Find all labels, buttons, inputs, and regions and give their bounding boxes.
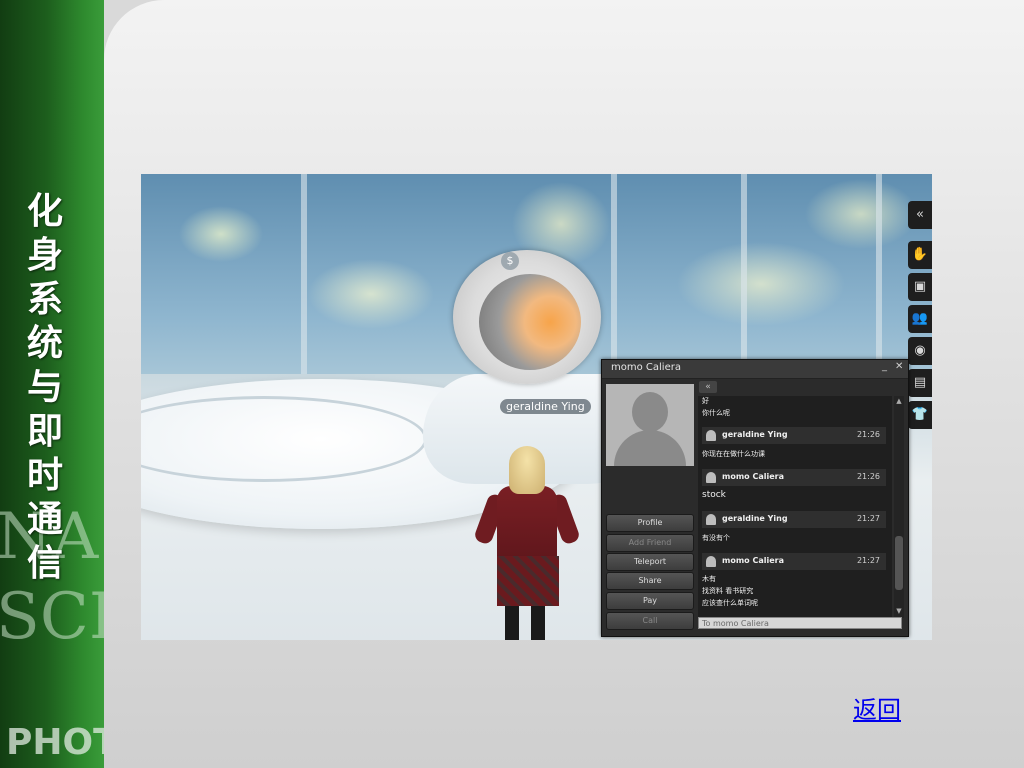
- portal-logo-icon: $: [501, 252, 519, 270]
- silhouette-shoulders: [614, 430, 686, 466]
- minimize-icon[interactable]: _: [882, 361, 887, 372]
- slide-title-char: 时: [26, 455, 63, 496]
- sender-name[interactable]: momo Caliera: [722, 556, 784, 565]
- message-header: geraldine Ying 21:27: [702, 511, 886, 528]
- user-icon: [706, 472, 716, 483]
- message-header: momo Caliera 21:27: [702, 553, 886, 570]
- slide-title-char: 系: [26, 279, 63, 320]
- chat-line: 你现在在做什么功课: [702, 450, 765, 458]
- share-button[interactable]: Share: [606, 572, 694, 590]
- inventory-icon[interactable]: ▤: [908, 369, 932, 397]
- chat-line: 有没有个: [702, 534, 730, 542]
- slide-title: 化 身 系 统 与 即 时 通 信: [22, 190, 68, 586]
- message-time: 21:27: [856, 514, 880, 523]
- back-link[interactable]: 返回: [853, 690, 901, 725]
- user-icon: [706, 430, 716, 441]
- chat-scrollbar[interactable]: ▲ ▼: [894, 396, 904, 618]
- chat-line: 好: [702, 397, 709, 405]
- viewer-side-toolbar: « ✋ ▣ 👥 ◉ ▤ 👕: [908, 201, 932, 431]
- watermark-line: SCI: [0, 580, 104, 654]
- scroll-down-icon[interactable]: ▼: [894, 606, 904, 616]
- collapse-icon[interactable]: «: [699, 381, 717, 393]
- message-time: 21:27: [856, 556, 880, 565]
- chat-line: 应该查什么单词呢: [702, 599, 758, 607]
- close-icon[interactable]: ✕: [895, 361, 903, 372]
- sender-name[interactable]: momo Caliera: [722, 472, 784, 481]
- im-title: momo Caliera: [611, 362, 681, 373]
- slide-title-char: 统: [26, 323, 63, 364]
- portal-opening: [479, 274, 581, 370]
- gesture-icon[interactable]: ✋: [908, 241, 932, 269]
- teleport-button[interactable]: Teleport: [606, 553, 694, 571]
- add-friend-button[interactable]: Add Friend: [606, 534, 694, 552]
- avatar-hair: [509, 446, 545, 494]
- message-time: 21:26: [856, 472, 880, 481]
- appearance-icon[interactable]: 👕: [908, 401, 932, 429]
- call-button[interactable]: Call: [606, 612, 694, 630]
- im-titlebar[interactable]: momo Caliera _ ✕: [602, 360, 908, 379]
- profile-button[interactable]: Profile: [606, 514, 694, 532]
- camera-icon[interactable]: ◉: [908, 337, 932, 365]
- message-header: momo Caliera 21:26: [702, 469, 886, 486]
- sender-name[interactable]: geraldine Ying: [722, 514, 788, 523]
- collapse-icon[interactable]: «: [908, 201, 932, 229]
- watermark-line: PHOTO: [6, 722, 104, 763]
- pay-button[interactable]: Pay: [606, 592, 694, 610]
- slide-title-char: 化: [26, 191, 63, 232]
- sender-name[interactable]: geraldine Ying: [722, 430, 788, 439]
- scroll-up-icon[interactable]: ▲: [894, 396, 904, 406]
- avatar-nametag: geraldine Ying: [500, 399, 591, 414]
- chat-line: 你什么呢: [702, 409, 730, 417]
- silhouette-head: [632, 392, 668, 432]
- slide-title-char: 通: [26, 499, 63, 540]
- chat-line: 木有: [702, 575, 716, 583]
- slide-title-char: 身: [26, 235, 63, 276]
- message-header: geraldine Ying 21:26: [702, 427, 886, 444]
- avatar[interactable]: [472, 446, 582, 640]
- chat-line: stock: [702, 490, 726, 500]
- im-window: momo Caliera _ ✕ Profile Add Friend Tele…: [601, 359, 909, 637]
- contact-avatar-placeholder: [606, 384, 694, 466]
- chat-log: 好 你什么呢 geraldine Ying 21:26 你现在在做什么功课 mo…: [698, 396, 892, 618]
- scroll-thumb[interactable]: [895, 536, 903, 590]
- chat-line: 找资料 看书研究: [702, 587, 754, 595]
- slide-sidebar: NA SCI PHOTO 化 身 系 统 与 即 时 通 信: [0, 0, 104, 768]
- user-icon: [706, 514, 716, 525]
- slide-title-char: 信: [26, 543, 63, 584]
- profile-icon[interactable]: ▣: [908, 273, 932, 301]
- user-icon: [706, 556, 716, 567]
- message-time: 21:26: [856, 430, 880, 439]
- virtual-world-screenshot: $ geraldine Ying « ✋ ▣ 👥 ◉ ▤ 👕 momo Cali…: [141, 174, 932, 640]
- avatar-leg: [531, 606, 545, 640]
- avatar-leg: [505, 606, 519, 640]
- slide-title-char: 与: [26, 367, 63, 408]
- avatar-skirt: [497, 556, 559, 606]
- chat-input[interactable]: To momo Caliera: [698, 617, 902, 629]
- people-icon[interactable]: 👥: [908, 305, 932, 333]
- slide-title-char: 即: [26, 411, 63, 452]
